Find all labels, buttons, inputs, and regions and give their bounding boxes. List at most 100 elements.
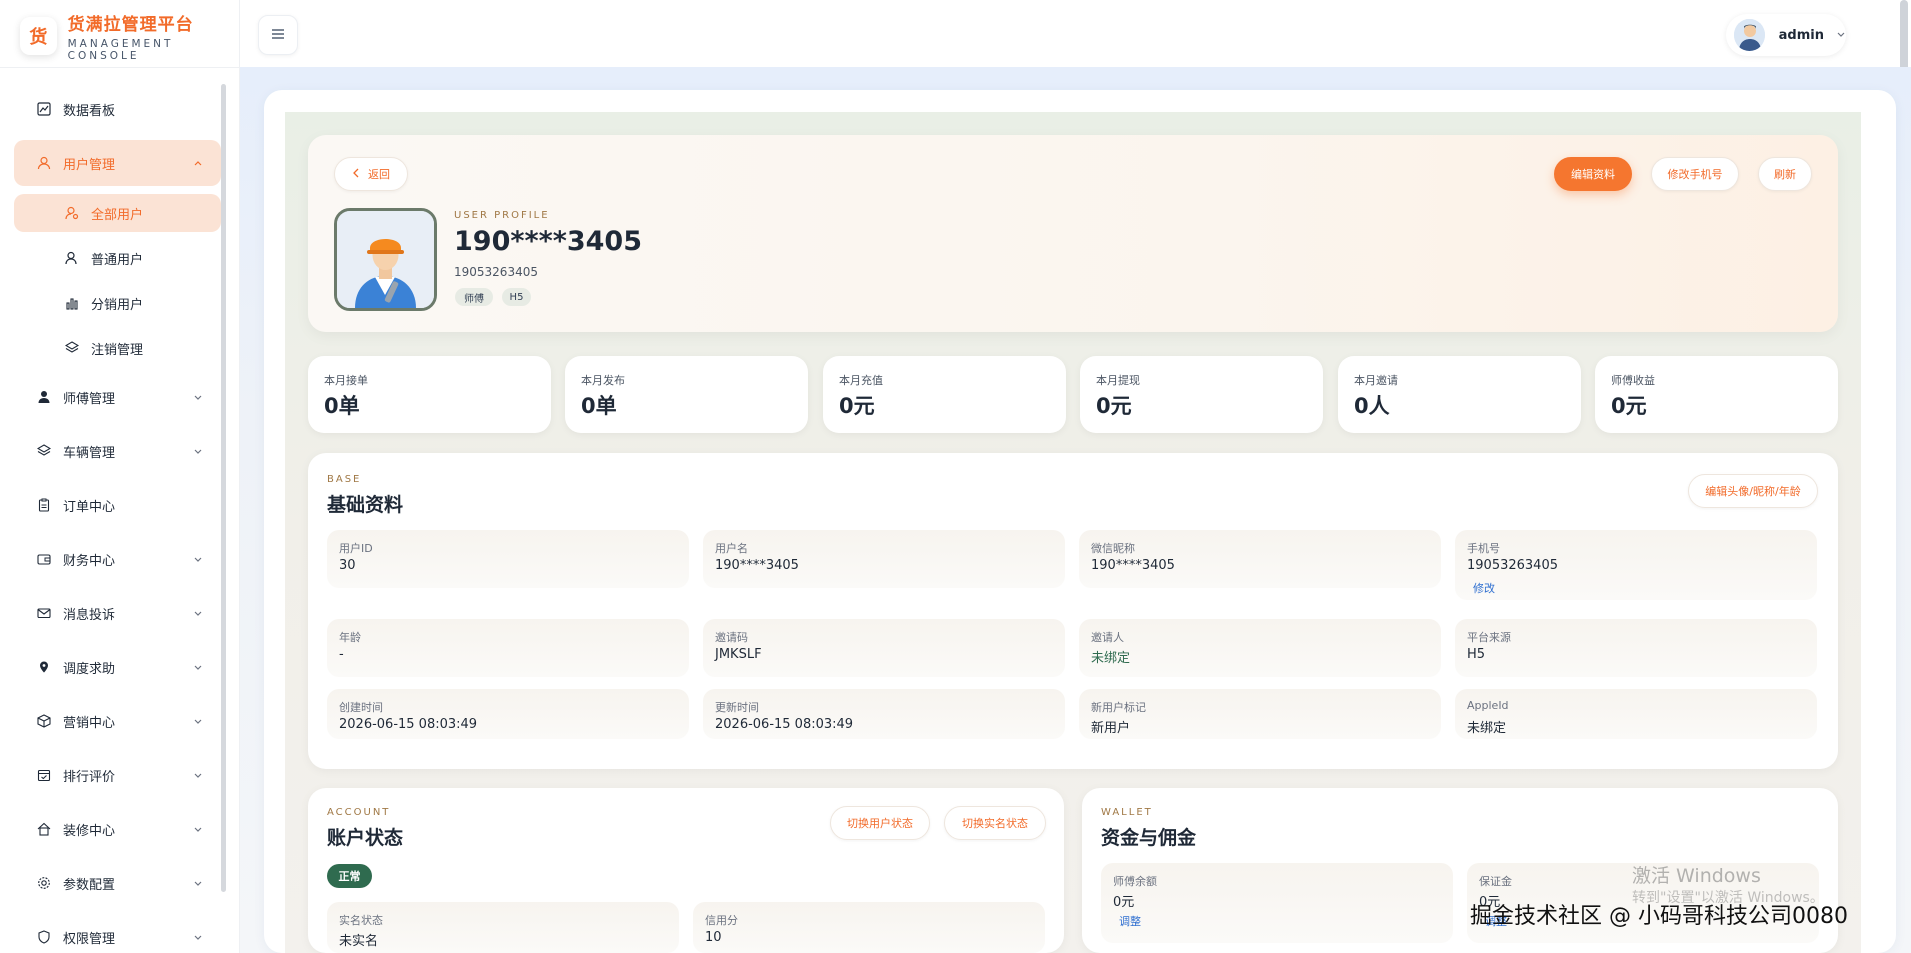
field-value: 2026-06-15 08:03:49 <box>339 717 478 732</box>
field-platform-source: 平台来源 H5 <box>1455 619 1817 677</box>
field-wechat-nickname: 微信昵称 190****3405 <box>1079 530 1441 588</box>
field-phone: 手机号 19053263405 修改 <box>1455 530 1817 600</box>
section-title: 资金与佣金 <box>1101 827 1197 849</box>
field-label: 更新时间 <box>715 701 759 714</box>
chevron-down-icon <box>193 445 203 460</box>
brand-logo: 货 <box>20 17 57 55</box>
field-label: 邀请码 <box>715 631 748 644</box>
sidebar-item-users[interactable]: 用户管理 <box>14 140 221 186</box>
stat-value: 0单 <box>324 394 360 418</box>
sidebar-item-label: 营销中心 <box>63 715 116 731</box>
bar-chart-icon <box>64 295 80 311</box>
chevron-down-icon <box>193 553 203 568</box>
brand-subtitle: MANAGEMENT CONSOLE <box>67 38 174 62</box>
sidebar-item-ranking[interactable]: 排行评价 <box>14 752 221 798</box>
sidebar-item-messages[interactable]: 消息投诉 <box>14 590 221 636</box>
menu-toggle-button[interactable] <box>258 15 298 55</box>
sidebar-item-marketing[interactable]: 营销中心 <box>14 698 221 744</box>
gear-icon <box>36 875 52 891</box>
chevron-down-icon <box>193 931 203 946</box>
sidebar-item-label: 用户管理 <box>63 157 116 173</box>
field-value: 未绑定 <box>1467 721 1507 736</box>
sidebar-item-settings[interactable]: 参数配置 <box>14 860 221 906</box>
sidebar-subitem-label: 注销管理 <box>91 342 144 358</box>
sidebar-subitem-all-users[interactable]: 全部用户 <box>14 194 221 232</box>
profile-avatar <box>334 208 437 311</box>
field-apple-id: AppleId 未绑定 <box>1455 689 1817 739</box>
field-value: JMKSLF <box>715 647 762 662</box>
section-kicker: WALLET <box>1101 807 1153 818</box>
field-label: 微信昵称 <box>1091 542 1135 555</box>
sidebar-item-finance[interactable]: 财务中心 <box>14 536 221 582</box>
mail-icon <box>36 605 52 621</box>
wallet-icon <box>36 551 52 567</box>
field-value: 2026-06-15 08:03:49 <box>715 717 854 732</box>
field-updated-at: 更新时间 2026-06-15 08:03:49 <box>703 689 1065 739</box>
field-value: 未实名 <box>339 934 379 949</box>
field-label: 创建时间 <box>339 701 383 714</box>
stat-card: 师傅收益 0元 <box>1595 356 1838 433</box>
sidebar-item-dashboard[interactable]: 数据看板 <box>14 86 221 132</box>
sidebar-item-label: 装修中心 <box>63 823 116 839</box>
back-label: 返回 <box>368 168 390 181</box>
profile-name: 190****3405 <box>454 226 642 257</box>
section-title: 账户状态 <box>327 827 404 849</box>
sidebar-item-label: 车辆管理 <box>63 445 116 461</box>
adjust-balance-link[interactable]: 调整 <box>1119 913 1141 929</box>
back-button[interactable]: 返回 <box>334 157 408 191</box>
source-watermark: 掘金技术社区 @ 小码哥科技公司0080 <box>1470 904 1848 929</box>
profile-kicker: USER PROFILE <box>454 210 550 221</box>
field-label: 年龄 <box>339 631 361 644</box>
calendar-check-icon <box>36 767 52 783</box>
sidebar-item-masters[interactable]: 师傅管理 <box>14 374 221 420</box>
sidebar-subitem-deactivation[interactable]: 注销管理 <box>14 329 221 367</box>
stat-value: 0元 <box>1096 394 1132 418</box>
chevron-down-icon <box>193 823 203 838</box>
clipboard-icon <box>36 497 52 513</box>
toggle-user-status-button[interactable]: 切换用户状态 <box>830 806 930 840</box>
user-search-icon <box>64 205 80 221</box>
sidebar-item-label: 调度求助 <box>63 661 116 677</box>
status-badge: 正常 <box>327 864 372 888</box>
sidebar-item-label: 消息投诉 <box>63 607 116 623</box>
toggle-realname-status-button[interactable]: 切换实名状态 <box>944 806 1046 840</box>
field-label: 用户ID <box>339 542 373 555</box>
chevron-down-icon <box>193 769 203 784</box>
sidebar-item-dispatch[interactable]: 调度求助 <box>14 644 221 690</box>
layers-icon <box>64 340 80 356</box>
field-label: 用户名 <box>715 542 748 555</box>
refresh-button[interactable]: 刷新 <box>1758 157 1812 191</box>
sidebar-subitem-distribution-users[interactable]: 分销用户 <box>14 284 221 322</box>
field-value: 190****3405 <box>1091 558 1175 573</box>
change-phone-button[interactable]: 修改手机号 <box>1651 157 1739 191</box>
edit-profile-button[interactable]: 编辑资料 <box>1554 157 1632 191</box>
stat-card: 本月邀请 0人 <box>1338 356 1581 433</box>
field-label: 新用户标记 <box>1091 701 1146 714</box>
sidebar-item-label: 参数配置 <box>63 877 116 893</box>
sidebar-item-label: 排行评价 <box>63 769 116 785</box>
field-value: 190****3405 <box>715 558 799 573</box>
stat-card: 本月充值 0元 <box>823 356 1066 433</box>
profile-phone: 19053263405 <box>454 265 538 279</box>
field-value: - <box>339 647 344 662</box>
stat-value: 0元 <box>839 394 875 418</box>
stat-value: 0人 <box>1354 394 1390 418</box>
sidebar-scrollbar[interactable] <box>221 84 226 892</box>
sidebar-item-label: 师傅管理 <box>63 391 116 407</box>
chevron-down-icon <box>1836 28 1846 42</box>
user-name: admin <box>1778 27 1824 43</box>
chevron-left-icon <box>352 168 360 181</box>
stat-label: 本月提现 <box>1096 374 1140 387</box>
sidebar-subitem-label: 普通用户 <box>91 252 144 268</box>
edit-basic-info-button[interactable]: 编辑头像/昵称/年龄 <box>1688 474 1818 508</box>
sidebar-subitem-normal-users[interactable]: 普通用户 <box>14 239 221 277</box>
user-menu[interactable]: admin <box>1726 14 1846 56</box>
sidebar-item-vehicles[interactable]: 车辆管理 <box>14 428 221 474</box>
sidebar-item-permissions[interactable]: 权限管理 <box>14 914 221 953</box>
sidebar-menu: 数据看板 用户管理 全部用户 普通用户 分销用户 注销管理 师傅管理 车辆管理 … <box>14 86 221 953</box>
edit-phone-link[interactable]: 修改 <box>1473 580 1495 596</box>
sidebar-item-orders[interactable]: 订单中心 <box>14 482 221 528</box>
sidebar-item-decoration[interactable]: 装修中心 <box>14 806 221 852</box>
brand[interactable]: 货 货满拉管理平台 MANAGEMENT CONSOLE <box>20 14 245 62</box>
user-icon <box>64 250 80 266</box>
